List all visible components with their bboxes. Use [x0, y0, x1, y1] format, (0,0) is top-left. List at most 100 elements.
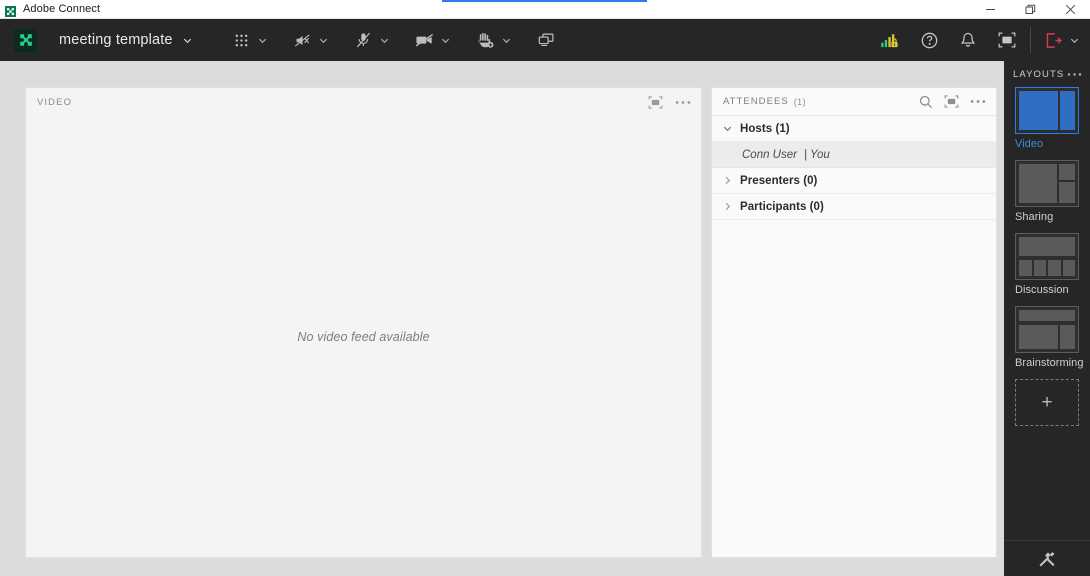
more-options-icon[interactable] — [1067, 72, 1082, 77]
thumb-column — [1059, 164, 1075, 203]
video-pod: VIDEO No video feed available — [25, 87, 702, 558]
chevron-right-icon[interactable] — [722, 175, 740, 186]
chevron-down-icon — [182, 35, 193, 46]
attendee-group-label: Participants (0) — [740, 200, 824, 213]
thumb-cell — [1019, 91, 1058, 130]
search-icon[interactable] — [919, 95, 933, 109]
microphone-button[interactable] — [351, 26, 392, 54]
exit-meeting-icon — [1045, 32, 1062, 49]
thumb-cell — [1019, 259, 1032, 276]
minimize-icon[interactable] — [970, 0, 1010, 18]
add-layout-label: + — [1041, 392, 1053, 413]
chevron-right-icon[interactable] — [722, 201, 740, 212]
restore-icon[interactable] — [1010, 0, 1050, 18]
chevron-down-icon[interactable] — [257, 35, 268, 46]
attendees-pod-actions — [919, 95, 986, 109]
window-title-bar: Adobe Connect — [0, 0, 1090, 19]
attendee-group-presenters[interactable]: Presenters (0) — [712, 168, 996, 194]
attendees-list: Hosts (1) Conn User | You Presenters (0)… — [712, 116, 996, 557]
layout-thumbnail-discussion — [1015, 233, 1079, 280]
speaker-button[interactable] — [290, 26, 331, 54]
thumb-cell — [1060, 91, 1075, 130]
thumb-cell — [1059, 325, 1075, 349]
layout-name: Video — [1015, 138, 1044, 150]
camera-off-icon — [414, 30, 436, 50]
attendee-group-participants[interactable]: Participants (0) — [712, 194, 996, 220]
thumb-cell — [1059, 164, 1075, 181]
toolbar-tools — [229, 26, 560, 54]
chevron-down-icon[interactable] — [722, 123, 740, 134]
thumb-cell — [1062, 259, 1075, 276]
attendees-count: (1) — [793, 96, 806, 107]
layouts-list: Video Sharing Discussion Brainstorming + — [1004, 87, 1090, 540]
more-options-icon[interactable] — [675, 100, 691, 105]
layout-thumbnail-video — [1015, 87, 1079, 134]
screen-share-icon — [536, 30, 558, 50]
close-icon[interactable] — [1050, 0, 1090, 18]
attendee-group-label: Presenters (0) — [740, 174, 818, 187]
chevron-down-icon[interactable] — [379, 35, 390, 46]
fullscreen-icon[interactable] — [998, 32, 1016, 48]
attendees-pod-header: ATTENDEES (1) — [712, 88, 996, 116]
layout-item-video[interactable]: Video — [1004, 87, 1090, 150]
screen-share-button[interactable] — [534, 26, 560, 54]
app-toolbar: meeting template — [0, 19, 1090, 61]
thumb-cell — [1019, 325, 1058, 349]
chevron-down-icon[interactable] — [440, 35, 451, 46]
adobe-connect-logo-icon — [5, 4, 16, 17]
fullscreen-icon[interactable] — [944, 95, 959, 108]
layouts-header: LAYOUTS — [1004, 61, 1090, 87]
window-controls — [970, 0, 1090, 18]
window-title: Adobe Connect — [23, 3, 101, 15]
fullscreen-icon[interactable] — [648, 95, 663, 109]
layout-item-discussion[interactable]: Discussion — [1004, 233, 1090, 296]
raise-hand-button[interactable] — [473, 26, 514, 54]
speaker-muted-icon — [292, 30, 314, 50]
prepare-mode-tools-icon[interactable] — [1004, 540, 1090, 576]
network-signal-lock-icon[interactable] — [880, 32, 899, 49]
exit-meeting-button[interactable] — [1045, 32, 1080, 49]
layout-thumbnail-brainstorming — [1015, 306, 1079, 353]
attendees-pod: ATTENDEES (1) Hosts (1) Conn User | You … — [711, 87, 997, 558]
video-pod-title: VIDEO — [37, 96, 73, 108]
thumb-cell — [1019, 237, 1075, 256]
help-question-icon[interactable] — [921, 32, 938, 49]
window-accent-bar — [442, 0, 647, 2]
meeting-name-label: meeting template — [59, 32, 173, 48]
meeting-stage: VIDEO No video feed available ATTENDEES … — [0, 61, 1090, 576]
attendee-group-hosts[interactable]: Hosts (1) — [712, 116, 996, 142]
camera-button[interactable] — [412, 26, 453, 54]
attendee-you-tag: | You — [803, 148, 830, 161]
meeting-name-menu[interactable]: meeting template — [59, 32, 193, 48]
layout-thumbnail-sharing — [1015, 160, 1079, 207]
more-options-icon[interactable] — [970, 99, 986, 104]
layout-name: Discussion — [1015, 284, 1069, 296]
bell-notification-icon[interactable] — [960, 32, 976, 49]
thumb-cell — [1048, 259, 1061, 276]
adobe-connect-logo-icon[interactable] — [14, 28, 37, 52]
layout-name: Brainstorming — [1015, 357, 1084, 369]
attendee-group-label: Hosts (1) — [740, 122, 790, 135]
attendee-list-item[interactable]: Conn User | You — [712, 142, 996, 168]
thumb-row — [1019, 259, 1075, 276]
thumb-cell — [1033, 259, 1046, 276]
toolbar-right-tools — [880, 32, 1016, 49]
chevron-down-icon[interactable] — [501, 35, 512, 46]
add-layout-icon[interactable]: + — [1015, 379, 1079, 426]
video-pod-actions — [648, 95, 691, 109]
chevron-down-icon[interactable] — [1069, 35, 1080, 46]
video-empty-message: No video feed available — [297, 329, 430, 344]
layout-item-brainstorming[interactable]: Brainstorming — [1004, 306, 1090, 369]
layout-item-sharing[interactable]: Sharing — [1004, 160, 1090, 223]
apps-grid-icon — [231, 30, 253, 50]
video-pod-body: No video feed available — [26, 116, 701, 557]
attendee-name: Conn User — [742, 148, 797, 161]
video-pod-header: VIDEO — [26, 88, 701, 116]
thumb-row — [1019, 325, 1075, 349]
chevron-down-icon[interactable] — [318, 35, 329, 46]
toolbar-divider — [1030, 27, 1031, 53]
thumb-cell — [1019, 310, 1075, 322]
thumb-cell — [1059, 182, 1075, 203]
thumb-cell — [1019, 164, 1058, 203]
pods-apps-button[interactable] — [229, 26, 270, 54]
